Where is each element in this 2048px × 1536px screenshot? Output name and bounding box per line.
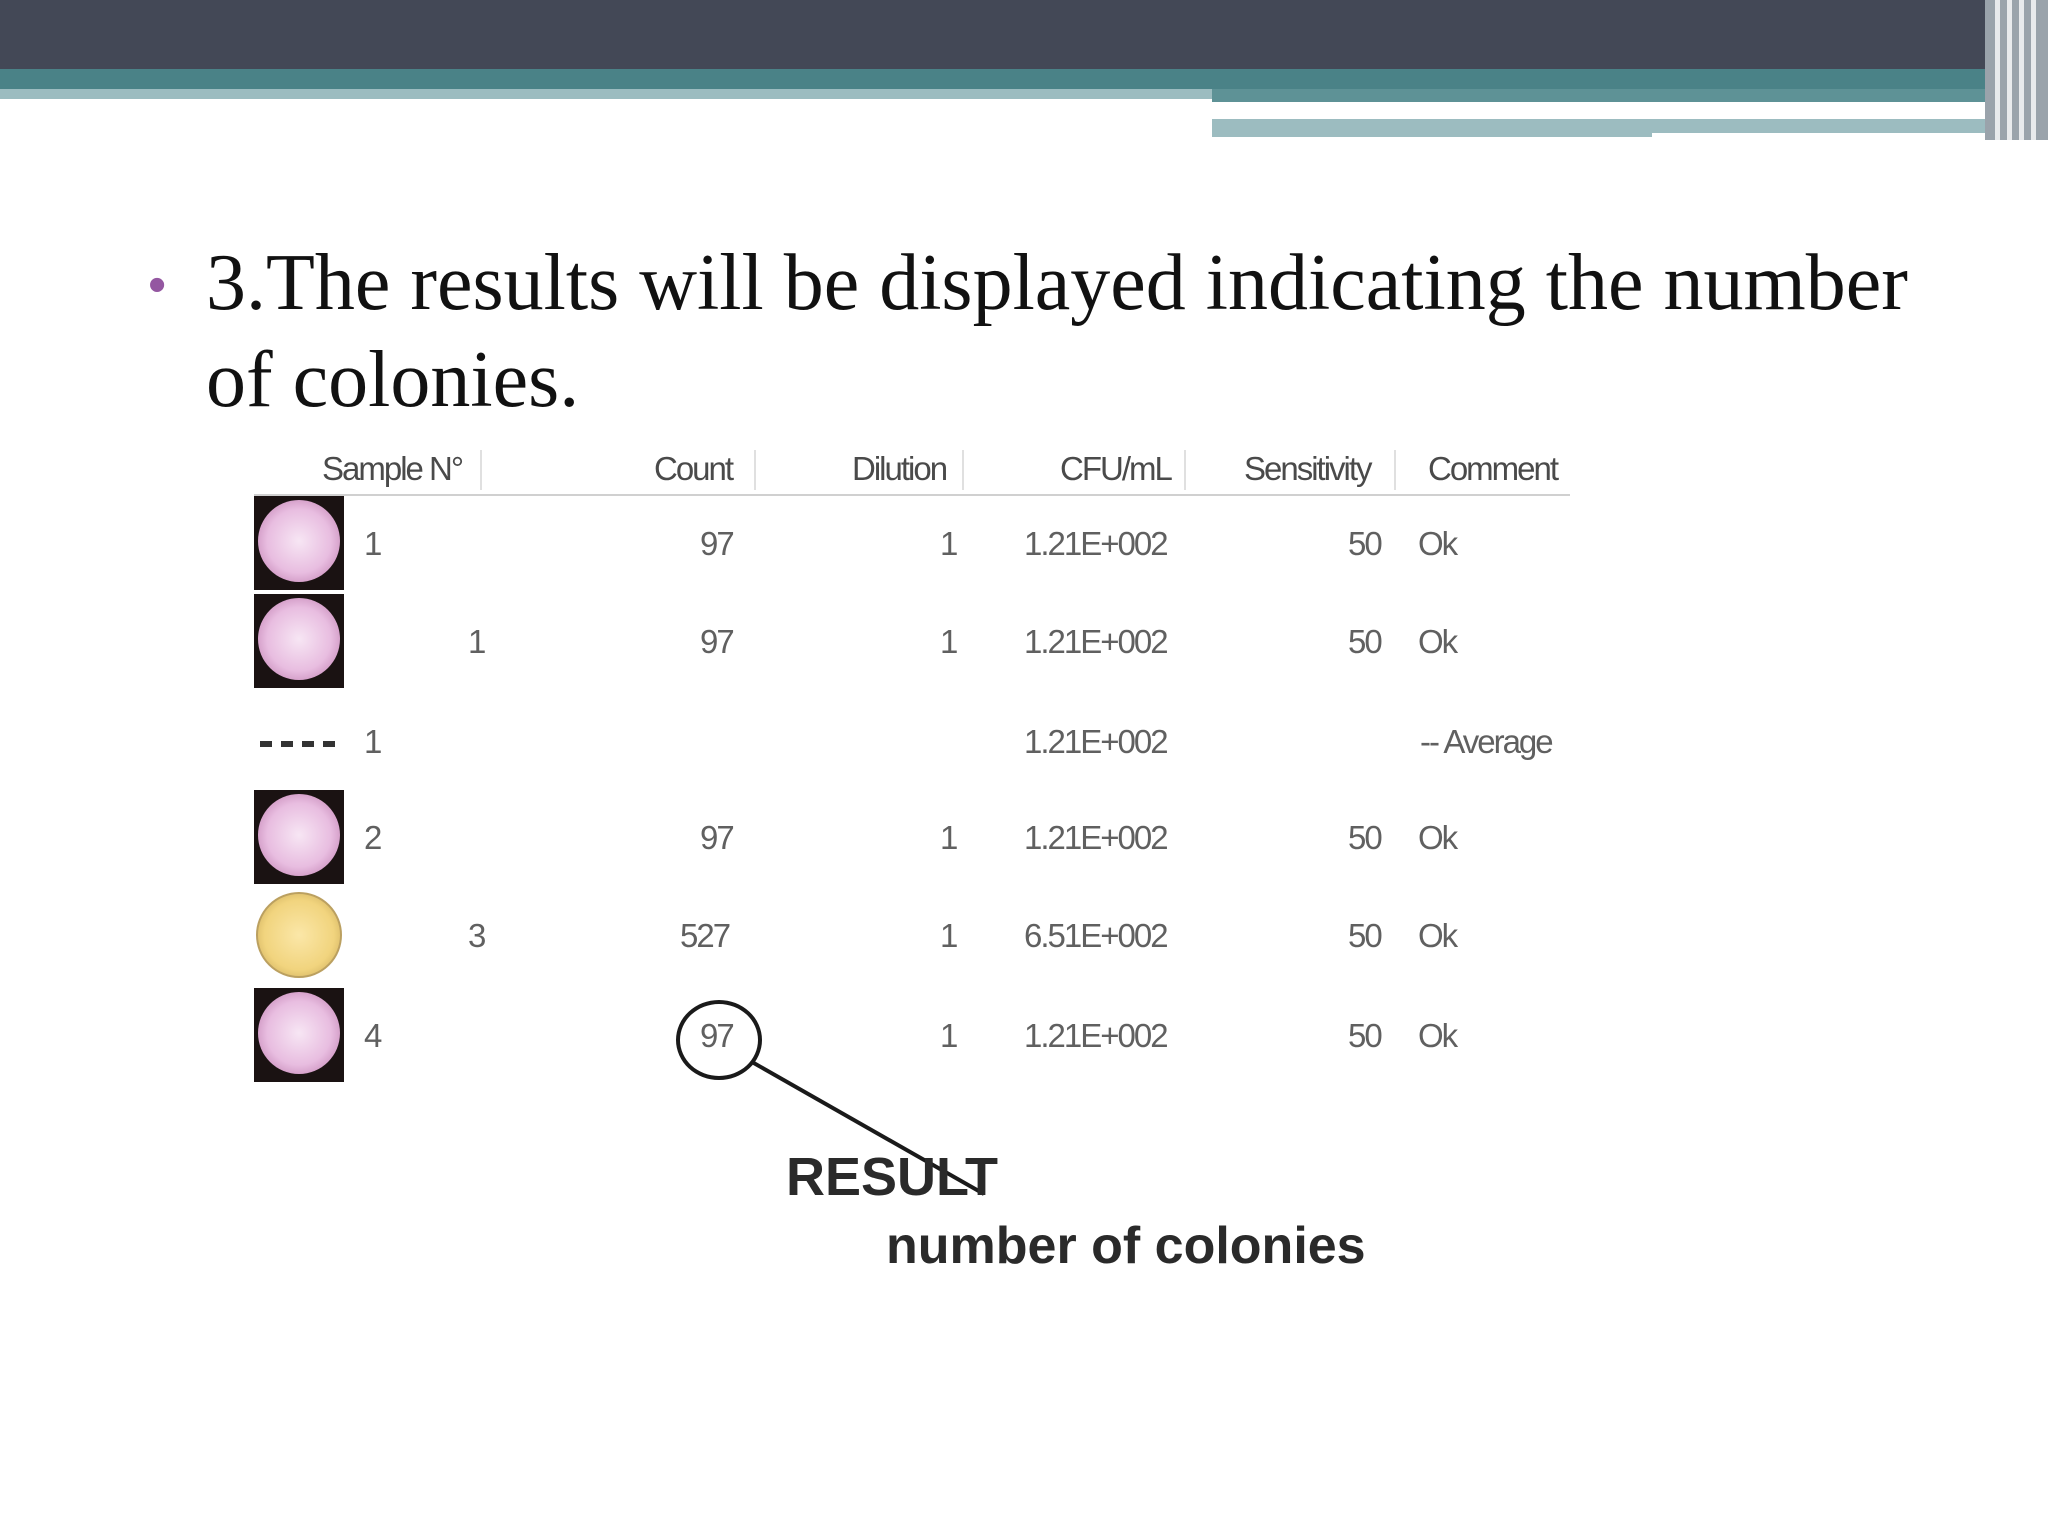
table-cell-comment: Ok xyxy=(1418,819,1458,856)
header-divider xyxy=(1184,450,1186,490)
slide-header-accent xyxy=(1212,89,2012,102)
slide-header-stripes xyxy=(1985,0,2048,140)
table-cell-comment: Ok xyxy=(1418,917,1458,954)
table-cell-sample: 1 xyxy=(364,723,382,760)
table-cell-sensitivity: 50 xyxy=(1348,917,1383,954)
table-cell-comment: Ok xyxy=(1418,525,1458,562)
table-cell-cfu: 1.21E+002 xyxy=(1024,723,1169,760)
table-cell-dilution: 1 xyxy=(940,623,958,660)
table-cell-sensitivity: 50 xyxy=(1348,819,1383,856)
bullet-text: 3.The results will be displayed indicati… xyxy=(206,239,1908,424)
table-cell-subsample: 1 xyxy=(468,623,486,660)
table-cell-sample: 1 xyxy=(364,525,382,562)
table-cell-sample: 2 xyxy=(364,819,382,856)
table-cell-dilution: 1 xyxy=(940,917,958,954)
table-cell-dilution: 1 xyxy=(940,1017,958,1054)
table-cell-dilution: 1 xyxy=(940,525,958,562)
plate-thumbnail xyxy=(254,988,344,1082)
slide-header-accent xyxy=(1652,133,2012,138)
table-cell-sensitivity: 50 xyxy=(1348,525,1383,562)
header-divider xyxy=(754,450,756,490)
table-cell-sample: 4 xyxy=(364,1017,382,1054)
header-cfu: CFU/mL xyxy=(1060,450,1173,487)
table-cell-count: 97 xyxy=(700,623,735,660)
plate-thumbnail xyxy=(254,790,344,884)
plate-thumbnail xyxy=(254,594,344,688)
table-cell-dilution: 1 xyxy=(940,819,958,856)
header-comment: Comment xyxy=(1428,450,1559,487)
table-cell-cfu: 1.21E+002 xyxy=(1024,819,1169,856)
header-divider xyxy=(962,450,964,490)
table-cell-subsample: 3 xyxy=(468,917,486,954)
header-sensitivity: Sensitivity xyxy=(1244,450,1373,487)
header-divider xyxy=(1394,450,1396,490)
slide-header-accent xyxy=(0,69,2000,89)
slide-header-accent xyxy=(1212,111,1897,116)
header-divider xyxy=(480,450,482,490)
table-cell-cfu: 1.21E+002 xyxy=(1024,623,1169,660)
header-sample: Sample N° xyxy=(322,450,464,487)
callout-title: RESULT xyxy=(786,1147,998,1207)
slide-header-accent xyxy=(0,89,1212,99)
bullet-icon: • xyxy=(148,256,167,314)
header-underline xyxy=(254,494,1570,496)
plate-thumbnail xyxy=(254,496,344,590)
callout-subtitle: number of colonies xyxy=(886,1217,1366,1275)
table-cell-cfu: 1.21E+002 xyxy=(1024,1017,1169,1054)
dashed-line-icon xyxy=(260,741,340,747)
header-dilution: Dilution xyxy=(852,450,948,487)
table-cell-count: 97 xyxy=(700,525,735,562)
table-cell-count: 97 xyxy=(700,819,735,856)
table-cell-sensitivity: 50 xyxy=(1348,623,1383,660)
table-cell-cfu: 1.21E+002 xyxy=(1024,525,1169,562)
table-cell-sensitivity: 50 xyxy=(1348,1017,1383,1054)
table-cell-cfu: 6.51E+002 xyxy=(1024,917,1169,954)
highlight-circle xyxy=(676,1000,762,1080)
slide-header-bar xyxy=(0,0,2048,69)
table-cell-count: 527 xyxy=(680,917,731,954)
plate-thumbnail-yellow xyxy=(254,890,344,984)
header-count: Count xyxy=(654,450,734,487)
table-cell-comment: Ok xyxy=(1418,1017,1458,1054)
table-cell-comment: Ok xyxy=(1418,623,1458,660)
table-cell-comment: -- Average xyxy=(1420,723,1554,760)
